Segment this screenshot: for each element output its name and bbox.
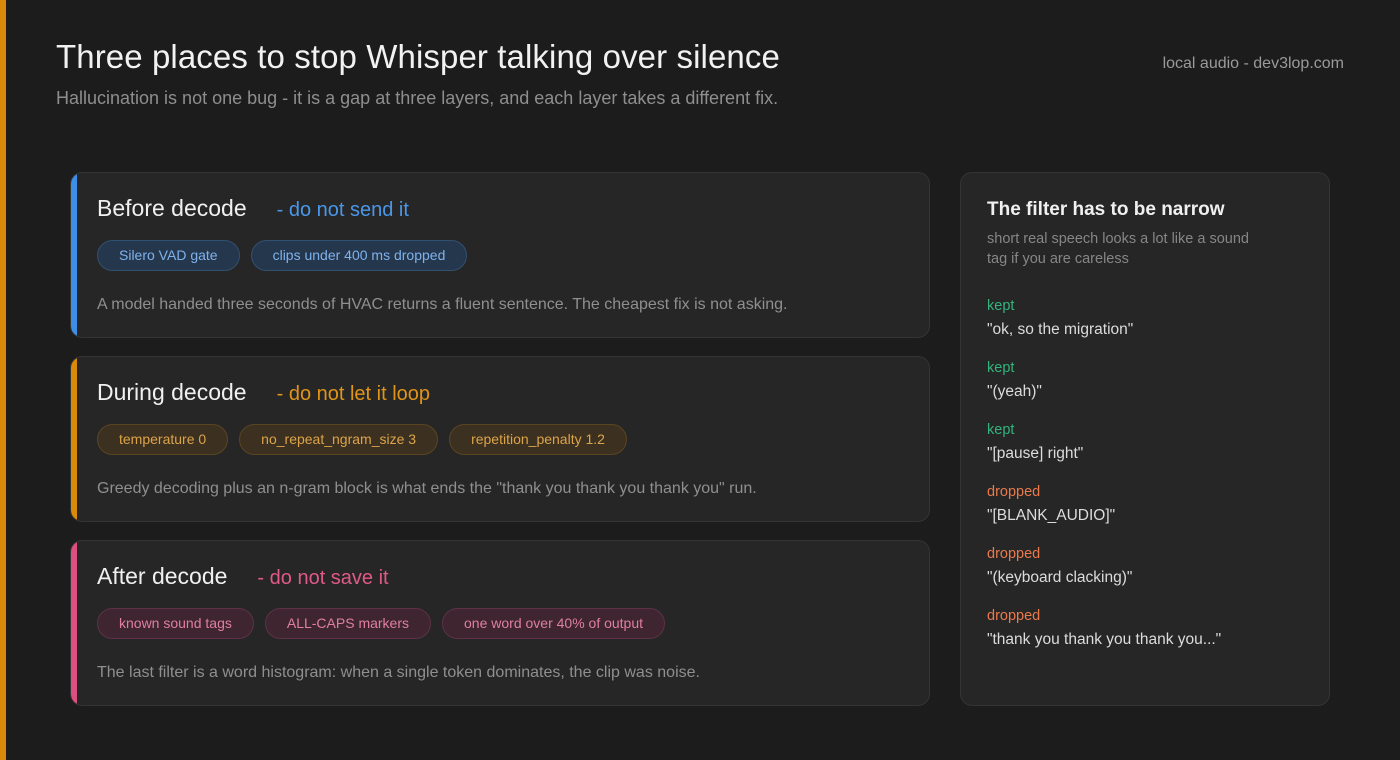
page-subtitle: Hallucination is not one bug - it is a g… xyxy=(56,88,779,108)
list-item: kept "ok, so the migration" xyxy=(987,296,1317,358)
layer-accent-bar xyxy=(71,173,77,337)
layer-accent-bar xyxy=(71,541,77,705)
status-label-dropped: dropped xyxy=(987,484,1041,500)
layer-card-before-decode: Before decode - do not send it Silero VAD… xyxy=(70,172,930,338)
status-label-dropped: dropped xyxy=(987,546,1041,562)
status-label-kept: kept xyxy=(987,360,1015,376)
chip-group: Silero VAD gate clips under 400 ms dropp… xyxy=(97,240,468,271)
layer-tagline: - do not let it loop xyxy=(276,383,431,405)
chip: repetition_penalty 1.2 xyxy=(449,424,627,455)
layer-tagline: - do not save it xyxy=(257,567,389,589)
layer-name: During decode xyxy=(97,379,247,405)
chip: one word over 40% of output xyxy=(442,608,666,639)
list-item: kept "[pause] right" xyxy=(987,420,1317,482)
layer-name: After decode xyxy=(97,563,228,589)
panel-title: The filter has to be narrow xyxy=(987,199,1225,220)
layer-card-during-decode: During decode - do not let it loop temper… xyxy=(70,356,930,522)
panel-note: short real speech looks a lot like a sou… xyxy=(987,231,1249,267)
chip: ALL-CAPS markers xyxy=(264,608,432,639)
example-text: "(keyboard clacking)" xyxy=(987,569,1133,586)
example-text: "(yeah)" xyxy=(987,383,1042,400)
status-label-dropped: dropped xyxy=(987,608,1041,624)
list-item: dropped "thank you thank you thank you..… xyxy=(987,606,1317,668)
example-text: "[pause] right" xyxy=(987,445,1084,462)
page-title: Three places to stop Whisper talking ove… xyxy=(56,38,780,75)
chip-group: temperature 0 no_repeat_ngram_size 3 rep… xyxy=(97,424,627,455)
edge-accent-bar xyxy=(0,0,6,760)
layer-card-after-decode: After decode - do not save it known sound… xyxy=(70,540,930,706)
example-text: "ok, so the migration" xyxy=(987,321,1134,338)
layer-heading: After decode - do not save it xyxy=(97,563,389,590)
list-item: dropped "(keyboard clacking)" xyxy=(987,544,1317,606)
filter-examples-panel: The filter has to be narrow short real s… xyxy=(960,172,1330,706)
chip-group: known sound tags ALL-CAPS markers one wo… xyxy=(97,608,666,639)
example-text: "[BLANK_AUDIO]" xyxy=(987,507,1116,524)
layer-heading: During decode - do not let it loop xyxy=(97,379,430,406)
layer-description: A model handed three seconds of HVAC ret… xyxy=(97,296,788,313)
layer-description: Greedy decoding plus an n-gram block is … xyxy=(97,480,757,497)
list-item: kept "(yeah)" xyxy=(987,358,1317,420)
layer-name: Before decode xyxy=(97,195,247,221)
example-text: "thank you thank you thank you..." xyxy=(987,631,1222,648)
layer-heading: Before decode - do not send it xyxy=(97,195,409,222)
chip: temperature 0 xyxy=(97,424,229,455)
chip: clips under 400 ms dropped xyxy=(250,240,468,271)
chip: no_repeat_ngram_size 3 xyxy=(239,424,439,455)
list-item: dropped "[BLANK_AUDIO]" xyxy=(987,482,1317,544)
layer-description: The last filter is a word histogram: whe… xyxy=(97,664,700,681)
chip: known sound tags xyxy=(97,608,254,639)
chip: Silero VAD gate xyxy=(97,240,240,271)
status-label-kept: kept xyxy=(987,298,1015,314)
layer-accent-bar xyxy=(71,357,77,521)
example-list: kept "ok, so the migration" kept "(yeah)… xyxy=(987,296,1317,668)
page: Three places to stop Whisper talking ove… xyxy=(0,0,1400,760)
layer-tagline: - do not send it xyxy=(276,199,409,221)
source-label: local audio - dev3lop.com xyxy=(1162,55,1344,72)
status-label-kept: kept xyxy=(987,422,1015,438)
